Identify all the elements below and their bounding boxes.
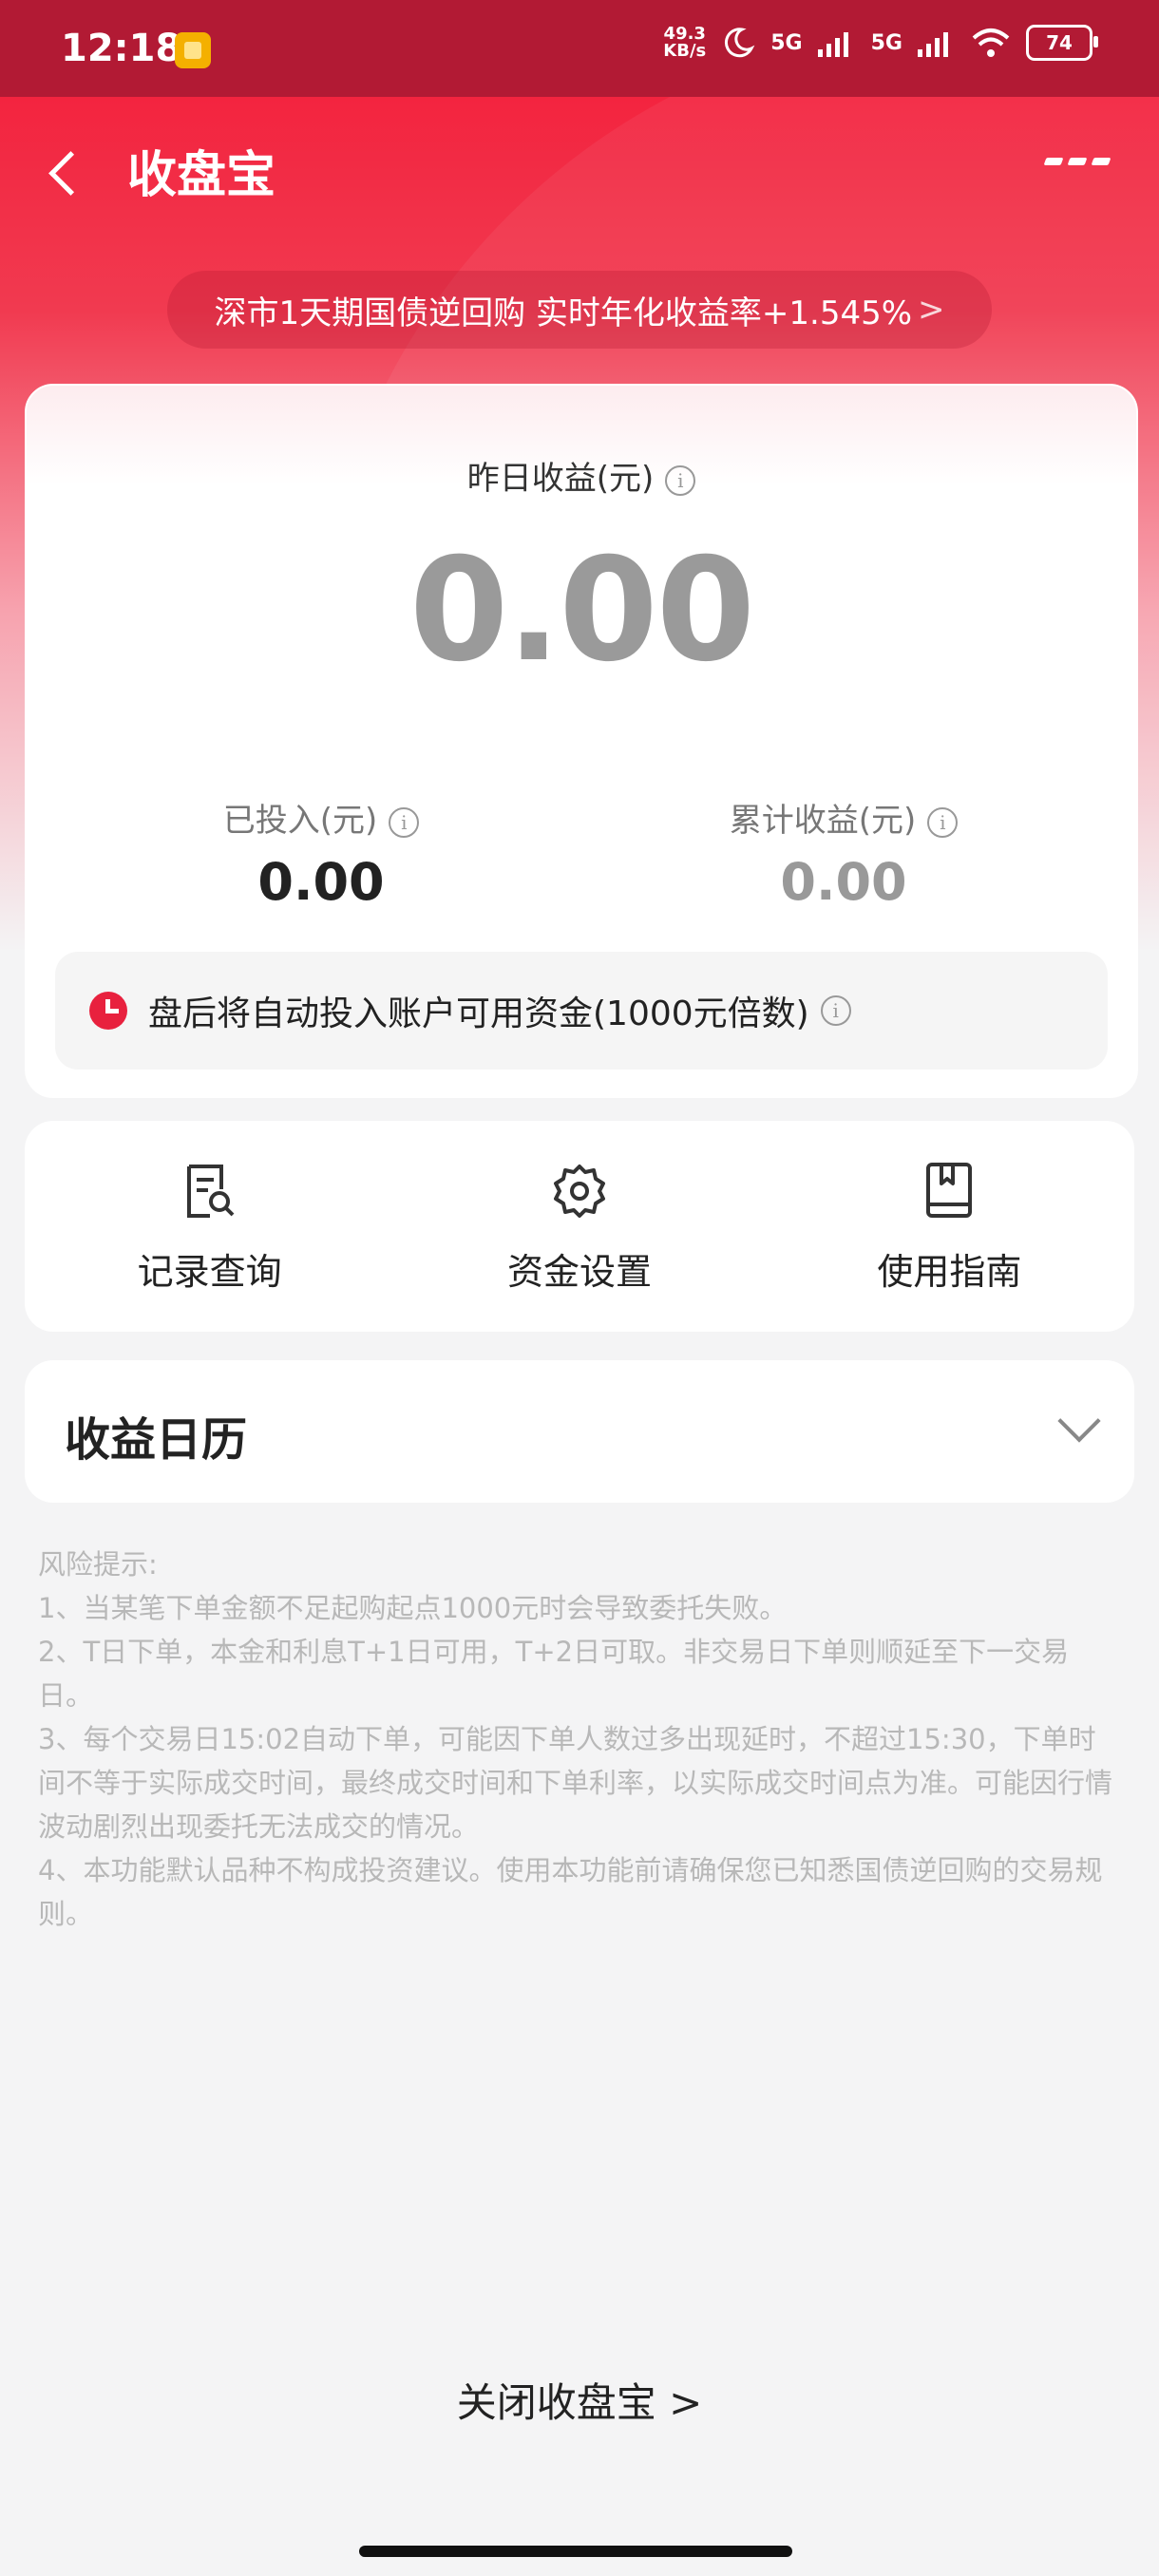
earnings-calendar[interactable]: 收益日历 bbox=[25, 1360, 1134, 1503]
cumulative-label: 累计收益(元) i bbox=[644, 794, 1043, 841]
earnings-card: 昨日收益(元) i 0.00 已投入(元) i 0.00 累计收益(元) i 0.00… bbox=[25, 384, 1138, 1098]
record-query-label: 记录查询 bbox=[137, 1251, 282, 1293]
chevron-right-icon: > bbox=[918, 291, 945, 329]
book-icon bbox=[926, 1163, 973, 1218]
yesterday-earnings-label-text: 昨日收益(元) bbox=[466, 460, 655, 498]
notification-app-icon bbox=[175, 32, 211, 68]
invested-value: 0.00 bbox=[257, 852, 385, 912]
user-guide-button[interactable]: 使用指南 bbox=[765, 1121, 1134, 1332]
risk-disclosure: 风险提示: 1、当某笔下单金额不足起购起点1000元时会导致委托失败。 2、T日… bbox=[38, 1543, 1121, 1936]
status-icons: 49.3 KB/s 5G 5G 74 bbox=[663, 25, 1098, 61]
risk-title: 风险提示: bbox=[38, 1548, 158, 1581]
wifi-icon bbox=[972, 28, 1010, 57]
network-speed: 49.3 KB/s bbox=[663, 26, 706, 60]
info-icon[interactable]: i bbox=[927, 806, 959, 838]
more-options-button[interactable] bbox=[1043, 158, 1112, 177]
fund-settings-label: 资金设置 bbox=[506, 1251, 652, 1293]
record-query-button[interactable]: 记录查询 bbox=[25, 1121, 394, 1332]
chevron-down-icon[interactable] bbox=[1057, 1399, 1101, 1443]
signal-bars-icon bbox=[817, 32, 848, 57]
status-bar: 12:18 49.3 KB/s 5G 5G 74 bbox=[0, 0, 1159, 97]
risk-item: 2、T日下单，本金和利息T+1日可用，T+2日可取。非交易日下单则顺延至下一交易… bbox=[38, 1636, 1070, 1712]
cumulative-value: 0.00 bbox=[780, 852, 907, 912]
info-icon[interactable]: i bbox=[389, 806, 420, 838]
rate-banner[interactable]: 深市1天期国债逆回购 实时年化收益率+1.545% > bbox=[167, 271, 992, 349]
invested-label-text: 已投入(元) bbox=[222, 802, 378, 840]
battery-icon: 74 bbox=[1026, 25, 1098, 61]
info-icon[interactable]: i bbox=[665, 464, 696, 496]
risk-item: 3、每个交易日15:02自动下单，可能因下单人数过多出现延时，不超过15:30，… bbox=[38, 1723, 1113, 1843]
page-title: 收盘宝 bbox=[127, 147, 276, 204]
yesterday-earnings-value: 0.00 bbox=[408, 528, 755, 693]
network-speed-unit: KB/s bbox=[663, 41, 707, 61]
auto-invest-notice: 盘后将自动投入账户可用资金(1000元倍数) i bbox=[55, 952, 1108, 1070]
invested-stat: 已投入(元) i 0.00 bbox=[122, 794, 521, 912]
cumulative-label-text: 累计收益(元) bbox=[729, 802, 917, 840]
clock-time: 12:18 bbox=[61, 27, 182, 70]
cumulative-stat: 累计收益(元) i 0.00 bbox=[644, 794, 1043, 912]
action-bar: 记录查询 资金设置 使用指南 bbox=[25, 1121, 1134, 1332]
calendar-title: 收益日历 bbox=[65, 1413, 248, 1467]
signal-bars-icon bbox=[918, 32, 948, 57]
info-icon[interactable]: i bbox=[820, 995, 851, 1026]
rate-banner-text: 深市1天期国债逆回购 实时年化收益率+1.545% bbox=[214, 294, 913, 332]
back-button[interactable] bbox=[38, 137, 95, 203]
fund-settings-button[interactable]: 资金设置 bbox=[394, 1121, 764, 1332]
invested-label: 已投入(元) i bbox=[122, 794, 521, 841]
yesterday-earnings-label: 昨日收益(元) i bbox=[27, 452, 1136, 499]
close-feature-link[interactable]: 关闭收盘宝 > bbox=[0, 2371, 1159, 2429]
home-indicator[interactable] bbox=[359, 2546, 792, 2557]
record-search-icon bbox=[186, 1165, 235, 1218]
risk-item: 1、当某笔下单金额不足起购起点1000元时会导致委托失败。 bbox=[38, 1592, 788, 1624]
moon-icon bbox=[725, 28, 755, 58]
signal-5g-2-label: 5G bbox=[870, 30, 902, 55]
notice-text: 盘后将自动投入账户可用资金(1000元倍数) bbox=[148, 994, 809, 1033]
signal-5g-1-label: 5G bbox=[770, 30, 803, 55]
user-guide-label: 使用指南 bbox=[877, 1251, 1022, 1293]
clock-icon bbox=[89, 992, 127, 1030]
gear-icon bbox=[553, 1165, 605, 1218]
risk-item: 4、本功能默认品种不构成投资建议。使用本功能前请确保您已知悉国债逆回购的交易规则… bbox=[38, 1854, 1103, 1930]
